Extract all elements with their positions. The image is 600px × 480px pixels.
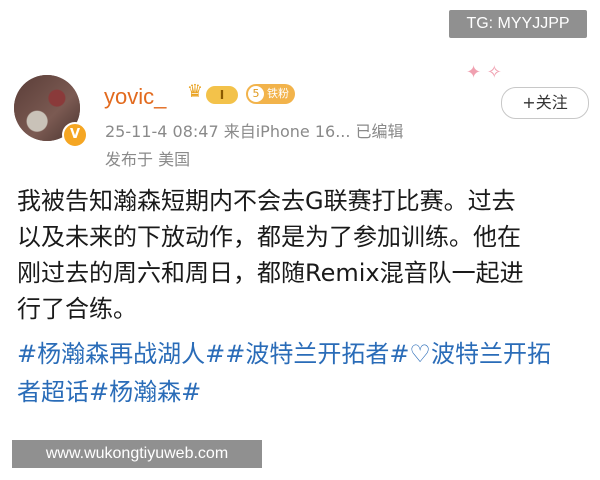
post-source: 来自iPhone 16...: [223, 122, 351, 141]
watermark-bottom-left: www.wukongtiyuweb.com: [12, 440, 262, 468]
post-meta: 25-11-4 08:47 来自iPhone 16... 已编辑: [105, 118, 404, 142]
post-body-line: 行了合练。: [17, 295, 137, 323]
hashtag-line[interactable]: 者超话#杨瀚森#: [17, 373, 592, 411]
post-timestamp: 25-11-4 08:47: [105, 122, 219, 141]
hashtag-line[interactable]: #杨瀚森再战湖人##波特兰开拓者#♡波特兰开拓: [17, 335, 592, 373]
post-body-line: 刚过去的周六和周日，都随Remix混音队一起进: [17, 259, 524, 287]
author-name[interactable]: yovic_: [104, 84, 166, 110]
fan-badge-number: 5: [248, 86, 264, 102]
level-badge: I: [206, 86, 238, 104]
post-location: 发布于 美国: [105, 150, 191, 169]
post-edited: 已编辑: [355, 122, 404, 141]
post-hashtags[interactable]: #杨瀚森再战湖人##波特兰开拓者#♡波特兰开拓 者超话#杨瀚森#: [17, 335, 592, 411]
v-badge-icon: V: [62, 122, 88, 148]
crown-icon: ♛: [186, 81, 204, 102]
follow-button[interactable]: +关注: [501, 87, 589, 119]
post-body: 我被告知瀚森短期内不会去G联赛打比赛。过去 以及未来的下放动作，都是为了参加训练…: [17, 183, 592, 327]
watermark-top-right: TG: MYYJJPP: [449, 10, 587, 38]
post-body-line: 我被告知瀚森短期内不会去G联赛打比赛。过去: [17, 187, 516, 215]
fan-badge-label: 铁粉: [267, 87, 289, 100]
post-body-line: 以及未来的下放动作，都是为了参加训练。他在: [17, 223, 521, 251]
fan-badge: 5 铁粉: [246, 84, 295, 104]
